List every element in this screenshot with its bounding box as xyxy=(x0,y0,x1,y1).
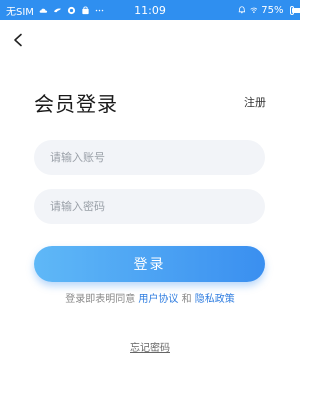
status-bar: 无SIM 11:09 75% xyxy=(0,0,304,20)
battery-icon xyxy=(289,5,304,15)
agreement-text: 登录即表明同意 用户协议 和 隐私政策 xyxy=(0,290,300,305)
alarm-icon xyxy=(238,6,245,14)
battery-fill xyxy=(291,7,304,13)
agreement-prefix: 登录即表明同意 xyxy=(65,294,136,305)
status-left: 无SIM xyxy=(6,3,238,18)
status-right: 75% xyxy=(238,4,304,16)
app-icon xyxy=(67,6,76,14)
password-input[interactable] xyxy=(34,189,265,224)
chevron-left-icon xyxy=(14,33,22,47)
user-agreement-link[interactable]: 用户协议 xyxy=(138,294,178,305)
privacy-policy-link[interactable]: 隐私政策 xyxy=(195,294,235,305)
forgot-password-link[interactable]: 忘记密码 xyxy=(130,343,170,354)
bird-icon xyxy=(53,8,62,12)
carrier-label: 无SIM xyxy=(6,6,34,18)
shop-icon xyxy=(82,5,89,14)
wifi-icon xyxy=(249,7,257,13)
battery-percent: 75% xyxy=(261,4,284,16)
register-link[interactable]: 注册 xyxy=(244,94,266,110)
page-title: 会员登录 xyxy=(34,92,118,116)
more-dots-icon xyxy=(95,9,104,11)
account-input[interactable] xyxy=(34,140,265,175)
back-button[interactable] xyxy=(8,30,28,50)
agreement-and: 和 xyxy=(181,294,192,305)
forgot-password-row: 忘记密码 xyxy=(0,336,300,355)
login-button[interactable]: 登录 xyxy=(34,246,265,282)
cloud-icon xyxy=(39,8,48,13)
